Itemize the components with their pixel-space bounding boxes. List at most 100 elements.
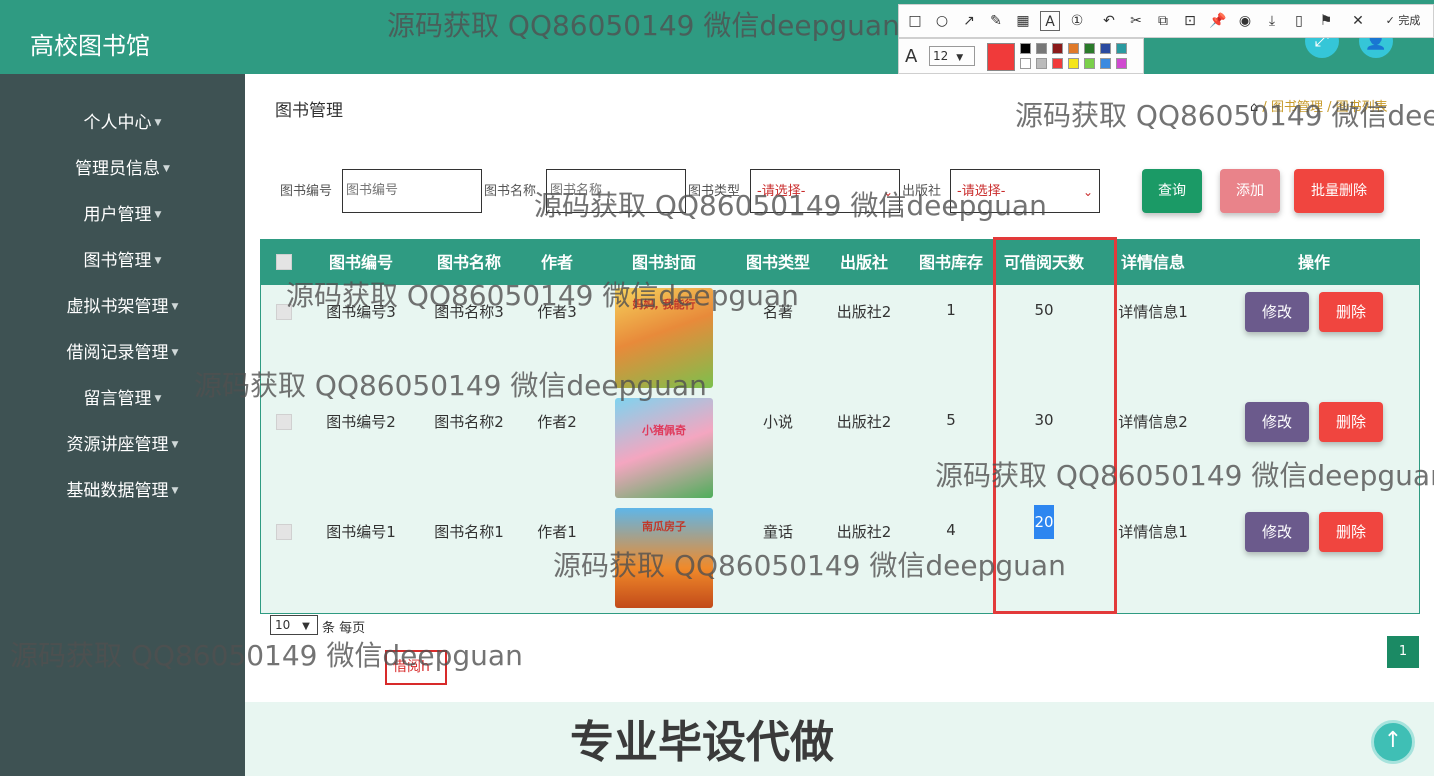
sidebar-item-book-management[interactable]: 图书管理 ▼	[0, 246, 245, 271]
sidebar-item-messages[interactable]: 留言管理 ▼	[0, 384, 245, 409]
color-swatch[interactable]	[1020, 58, 1031, 69]
font-size-value: 12	[933, 49, 949, 63]
book-cover-title: 妈妈, 我能行	[632, 298, 696, 311]
color-swatch[interactable]	[1036, 58, 1047, 69]
footer-banner: 专业毕设代做	[245, 702, 1434, 776]
color-swatch[interactable]	[1052, 43, 1063, 54]
edit-button[interactable]: 修改	[1245, 292, 1309, 332]
pen-tool-icon[interactable]: ✎	[986, 11, 1006, 31]
sidebar-item-borrow-records[interactable]: 借阅记录管理 ▼	[0, 338, 245, 363]
color-swatch[interactable]	[1084, 43, 1095, 54]
pin-icon[interactable]: 📌	[1208, 11, 1228, 31]
sidebar-item-lectures[interactable]: 资源讲座管理 ▼	[0, 430, 245, 455]
publisher-select[interactable]: -请选择- ⌄	[950, 169, 1100, 213]
arrow-tool-icon[interactable]: ↗	[959, 11, 979, 31]
close-icon[interactable]: ✕	[1348, 11, 1368, 31]
done-button[interactable]: ✓ 完成	[1375, 11, 1431, 31]
mosaic-tool-icon[interactable]: ▦	[1013, 11, 1033, 31]
color-swatch[interactable]	[1084, 58, 1095, 69]
undo-icon[interactable]: ↶	[1099, 11, 1119, 31]
author-cell: 作者1	[537, 523, 577, 541]
sidebar-item-label: 个人中心	[83, 113, 152, 133]
book-type-select[interactable]: -请选择- ⌄	[750, 169, 900, 213]
column-header[interactable]: 出版社	[824, 240, 904, 285]
sidebar-item-label: 借阅记录管理	[66, 343, 169, 363]
add-button[interactable]: 添加	[1220, 169, 1280, 213]
column-header[interactable]: 详情信息	[1103, 240, 1203, 285]
breadcrumb-item[interactable]: 图书管理	[1271, 100, 1323, 115]
color-swatch[interactable]	[1100, 43, 1111, 54]
download-icon[interactable]: ⤓	[1262, 11, 1282, 31]
back-to-top-icon[interactable]: ↑	[1371, 720, 1415, 764]
book-name-cell: 图书名称2	[434, 413, 504, 431]
rectangle-tool-icon[interactable]: □	[905, 11, 925, 31]
column-header[interactable]: 图书封面	[614, 240, 714, 285]
ellipse-tool-icon[interactable]: ○	[932, 11, 952, 31]
edit-button[interactable]: 修改	[1245, 512, 1309, 552]
caret-down-icon: ▼	[171, 440, 179, 450]
capture-icon[interactable]: ⊡	[1180, 11, 1200, 31]
color-swatch[interactable]	[1068, 58, 1079, 69]
column-header[interactable]: 图书名称	[419, 240, 519, 285]
breadcrumb-item[interactable]: 图书列表	[1336, 100, 1388, 115]
query-button[interactable]: 查询	[1142, 169, 1202, 213]
column-header[interactable]: 图书库存	[906, 240, 996, 285]
text-tool-icon[interactable]: A	[1040, 11, 1060, 31]
current-color-swatch[interactable]	[987, 43, 1015, 71]
table-row: 图书编号3 图书名称3 作者3 妈妈, 我能行 名著 出版社2 1 50 详情信…	[261, 285, 1419, 395]
sidebar-item-personal-center[interactable]: 个人中心 ▼	[0, 108, 245, 133]
delete-button[interactable]: 删除	[1319, 292, 1383, 332]
book-no-input[interactable]	[342, 169, 482, 213]
bookmark-icon[interactable]: ⚑	[1316, 11, 1336, 31]
color-swatch[interactable]	[1100, 58, 1111, 69]
book-type-cell: 小说	[762, 413, 793, 431]
sidebar-item-base-data[interactable]: 基础数据管理 ▼	[0, 476, 245, 501]
select-all-checkbox[interactable]	[276, 254, 292, 270]
cut-icon[interactable]: ✂	[1126, 11, 1146, 31]
sidebar-item-admin-info[interactable]: 管理员信息 ▼	[0, 154, 245, 179]
page-size-value: 10	[275, 618, 291, 632]
chevron-down-icon: ▼	[302, 621, 310, 632]
stock-cell: 5	[946, 411, 956, 429]
column-header[interactable]: 图书类型	[728, 240, 828, 285]
edit-button[interactable]: 修改	[1245, 402, 1309, 442]
number-tool-icon[interactable]: ①	[1067, 11, 1087, 31]
record-icon[interactable]: ◉	[1235, 11, 1255, 31]
color-swatch[interactable]	[1036, 43, 1047, 54]
book-name-input[interactable]	[546, 169, 686, 213]
color-swatch[interactable]	[1116, 58, 1127, 69]
site-title: 高校图书馆	[30, 32, 150, 60]
delete-button[interactable]: 删除	[1319, 512, 1383, 552]
page-number-button[interactable]: 1	[1387, 636, 1419, 668]
book-type-cell: 名著	[762, 303, 793, 321]
color-swatch[interactable]	[1052, 58, 1063, 69]
row-checkbox[interactable]	[276, 304, 292, 320]
delete-button[interactable]: 删除	[1319, 402, 1383, 442]
batch-delete-button[interactable]: 批量删除	[1294, 169, 1384, 213]
phone-icon[interactable]: ▯	[1289, 11, 1309, 31]
column-header[interactable]: 图书编号	[311, 240, 411, 285]
annotation-text-box[interactable]: 借阅h	[385, 650, 447, 685]
sidebar-item-user-management[interactable]: 用户管理 ▼	[0, 200, 245, 225]
home-icon[interactable]: ⌂	[1250, 100, 1258, 115]
sidebar-item-virtual-shelf[interactable]: 虚拟书架管理 ▼	[0, 292, 245, 317]
font-icon: A	[905, 46, 918, 67]
color-swatch[interactable]	[1068, 43, 1079, 54]
book-name-cell: 图书名称1	[434, 523, 504, 541]
publisher-cell: 出版社2	[836, 303, 892, 321]
book-cover-title: 南瓜房子	[642, 520, 686, 533]
color-swatch[interactable]	[1020, 43, 1031, 54]
detail-cell: 详情信息1	[1118, 303, 1188, 321]
color-swatch[interactable]	[1116, 43, 1127, 54]
row-checkbox[interactable]	[276, 414, 292, 430]
row-checkbox[interactable]	[276, 524, 292, 540]
ocr-icon[interactable]: ⧉	[1153, 11, 1173, 31]
highlight-rectangle	[993, 237, 1117, 614]
main-content: 图书管理 ⌂ / 图书管理 / 图书列表 图书编号 图书名称 图书类型 -请选择…	[245, 74, 1434, 702]
book-name-label: 图书名称	[484, 184, 537, 199]
page-size-select[interactable]: 10 ▼	[270, 615, 318, 635]
column-header[interactable]: 作者	[527, 240, 587, 285]
books-table: 图书编号 图书名称 作者 图书封面 图书类型 出版社 图书库存 可借阅天数 详情…	[260, 239, 1420, 614]
font-size-select[interactable]: 12 ▼	[929, 46, 975, 66]
sidebar-item-label: 基础数据管理	[66, 481, 169, 501]
